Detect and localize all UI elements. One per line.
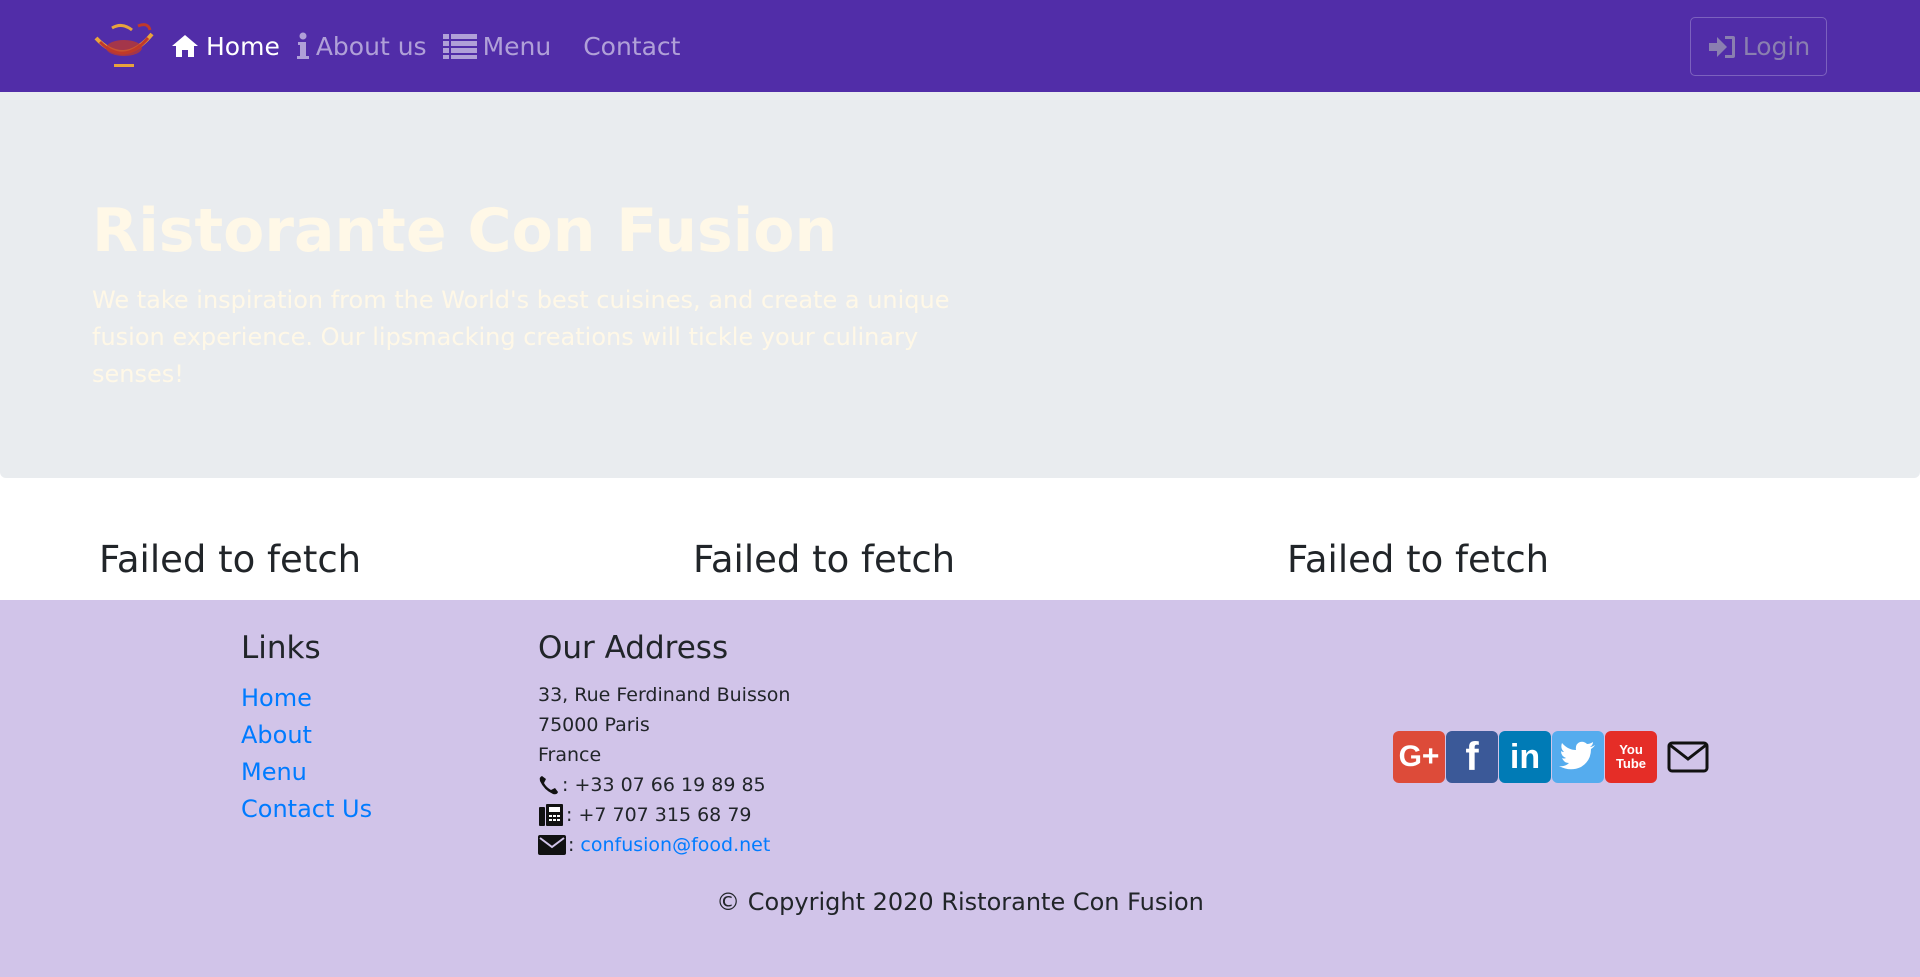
footer-link-about[interactable]: About [241, 717, 372, 754]
nav-label-home: Home [206, 31, 280, 61]
brand-logo[interactable] [92, 20, 156, 72]
fetch-error-message: Failed to fetch [1287, 538, 1550, 581]
fax-icon [538, 803, 564, 827]
linkedin-button[interactable]: in [1499, 731, 1551, 783]
email-separator: : [568, 834, 575, 856]
links-heading: Links [241, 630, 321, 666]
linkedin-icon: in [1509, 737, 1541, 776]
info-icon [296, 32, 310, 60]
youtube-button[interactable]: You Tube [1605, 731, 1657, 783]
google-plus-button[interactable]: G+ [1393, 731, 1445, 783]
restaurant-title: Ristorante Con Fusion [92, 196, 838, 266]
email-link[interactable]: confusion@food.net [580, 830, 770, 860]
address-city: 75000 Paris [538, 714, 650, 736]
email-line: : confusion@food.net [538, 830, 790, 860]
nav-item-contact[interactable]: Contact [565, 0, 694, 92]
list-icon [442, 33, 477, 59]
mail-icon [1667, 741, 1709, 773]
nav-item-menu[interactable]: Menu [441, 0, 566, 92]
nav-menu: Home About us Menu Contact [168, 0, 694, 92]
footer-link-home[interactable]: Home [241, 680, 372, 717]
login-button[interactable]: Login [1690, 17, 1827, 76]
envelope-icon [538, 835, 566, 855]
featured-section: Failed to fetch Failed to fetch Failed t… [0, 478, 1920, 600]
phone-number: : +33 07 66 19 89 85 [562, 774, 766, 796]
footer: Links Home About Menu Contact Us Our Add… [0, 600, 1920, 977]
nav-item-home[interactable]: Home [168, 0, 294, 92]
address-heading: Our Address [538, 630, 729, 666]
fax-line: : +7 707 315 68 79 [538, 800, 790, 830]
home-icon [170, 33, 200, 59]
jumbotron: Ristorante Con Fusion We take inspiratio… [0, 92, 1920, 478]
google-plus-icon: G+ [1398, 740, 1440, 773]
copyright-text: © Copyright 2020 Ristorante Con Fusion [716, 888, 1204, 916]
nav-label-menu: Menu [482, 31, 552, 61]
phone-icon [538, 774, 560, 796]
twitter-button[interactable] [1552, 731, 1604, 783]
restaurant-tagline: We take inspiration from the World's bes… [92, 286, 950, 388]
footer-link-menu[interactable]: Menu [241, 754, 372, 791]
fetch-error-message: Failed to fetch [693, 538, 956, 581]
sign-in-icon [1707, 34, 1737, 60]
youtube-icon: You Tube [1615, 742, 1647, 771]
nav-label-contact: Contact [583, 31, 681, 61]
address-street: 33, Rue Ferdinand Buisson [538, 684, 791, 706]
facebook-button[interactable]: f [1446, 731, 1498, 783]
fax-number: : +7 707 315 68 79 [566, 804, 752, 826]
navbar: Home About us Menu Contact Login [0, 0, 1920, 92]
social-links: G+ f in You Tube [1393, 731, 1714, 783]
twitter-icon [1559, 741, 1595, 770]
nav-item-about[interactable]: About us [294, 0, 441, 92]
login-label: Login [1742, 32, 1811, 61]
footer-link-contact[interactable]: Contact Us [241, 791, 372, 828]
address-country: France [538, 744, 602, 766]
facebook-icon: f [1465, 734, 1479, 779]
fetch-error-message: Failed to fetch [99, 538, 362, 581]
phone-line: : +33 07 66 19 89 85 [538, 770, 790, 800]
mail-button[interactable] [1662, 731, 1714, 783]
footer-address: Our Address 33, Rue Ferdinand Buisson 75… [538, 630, 790, 860]
nav-label-about: About us [315, 31, 427, 61]
footer-links: Links Home About Menu Contact Us [241, 630, 372, 828]
